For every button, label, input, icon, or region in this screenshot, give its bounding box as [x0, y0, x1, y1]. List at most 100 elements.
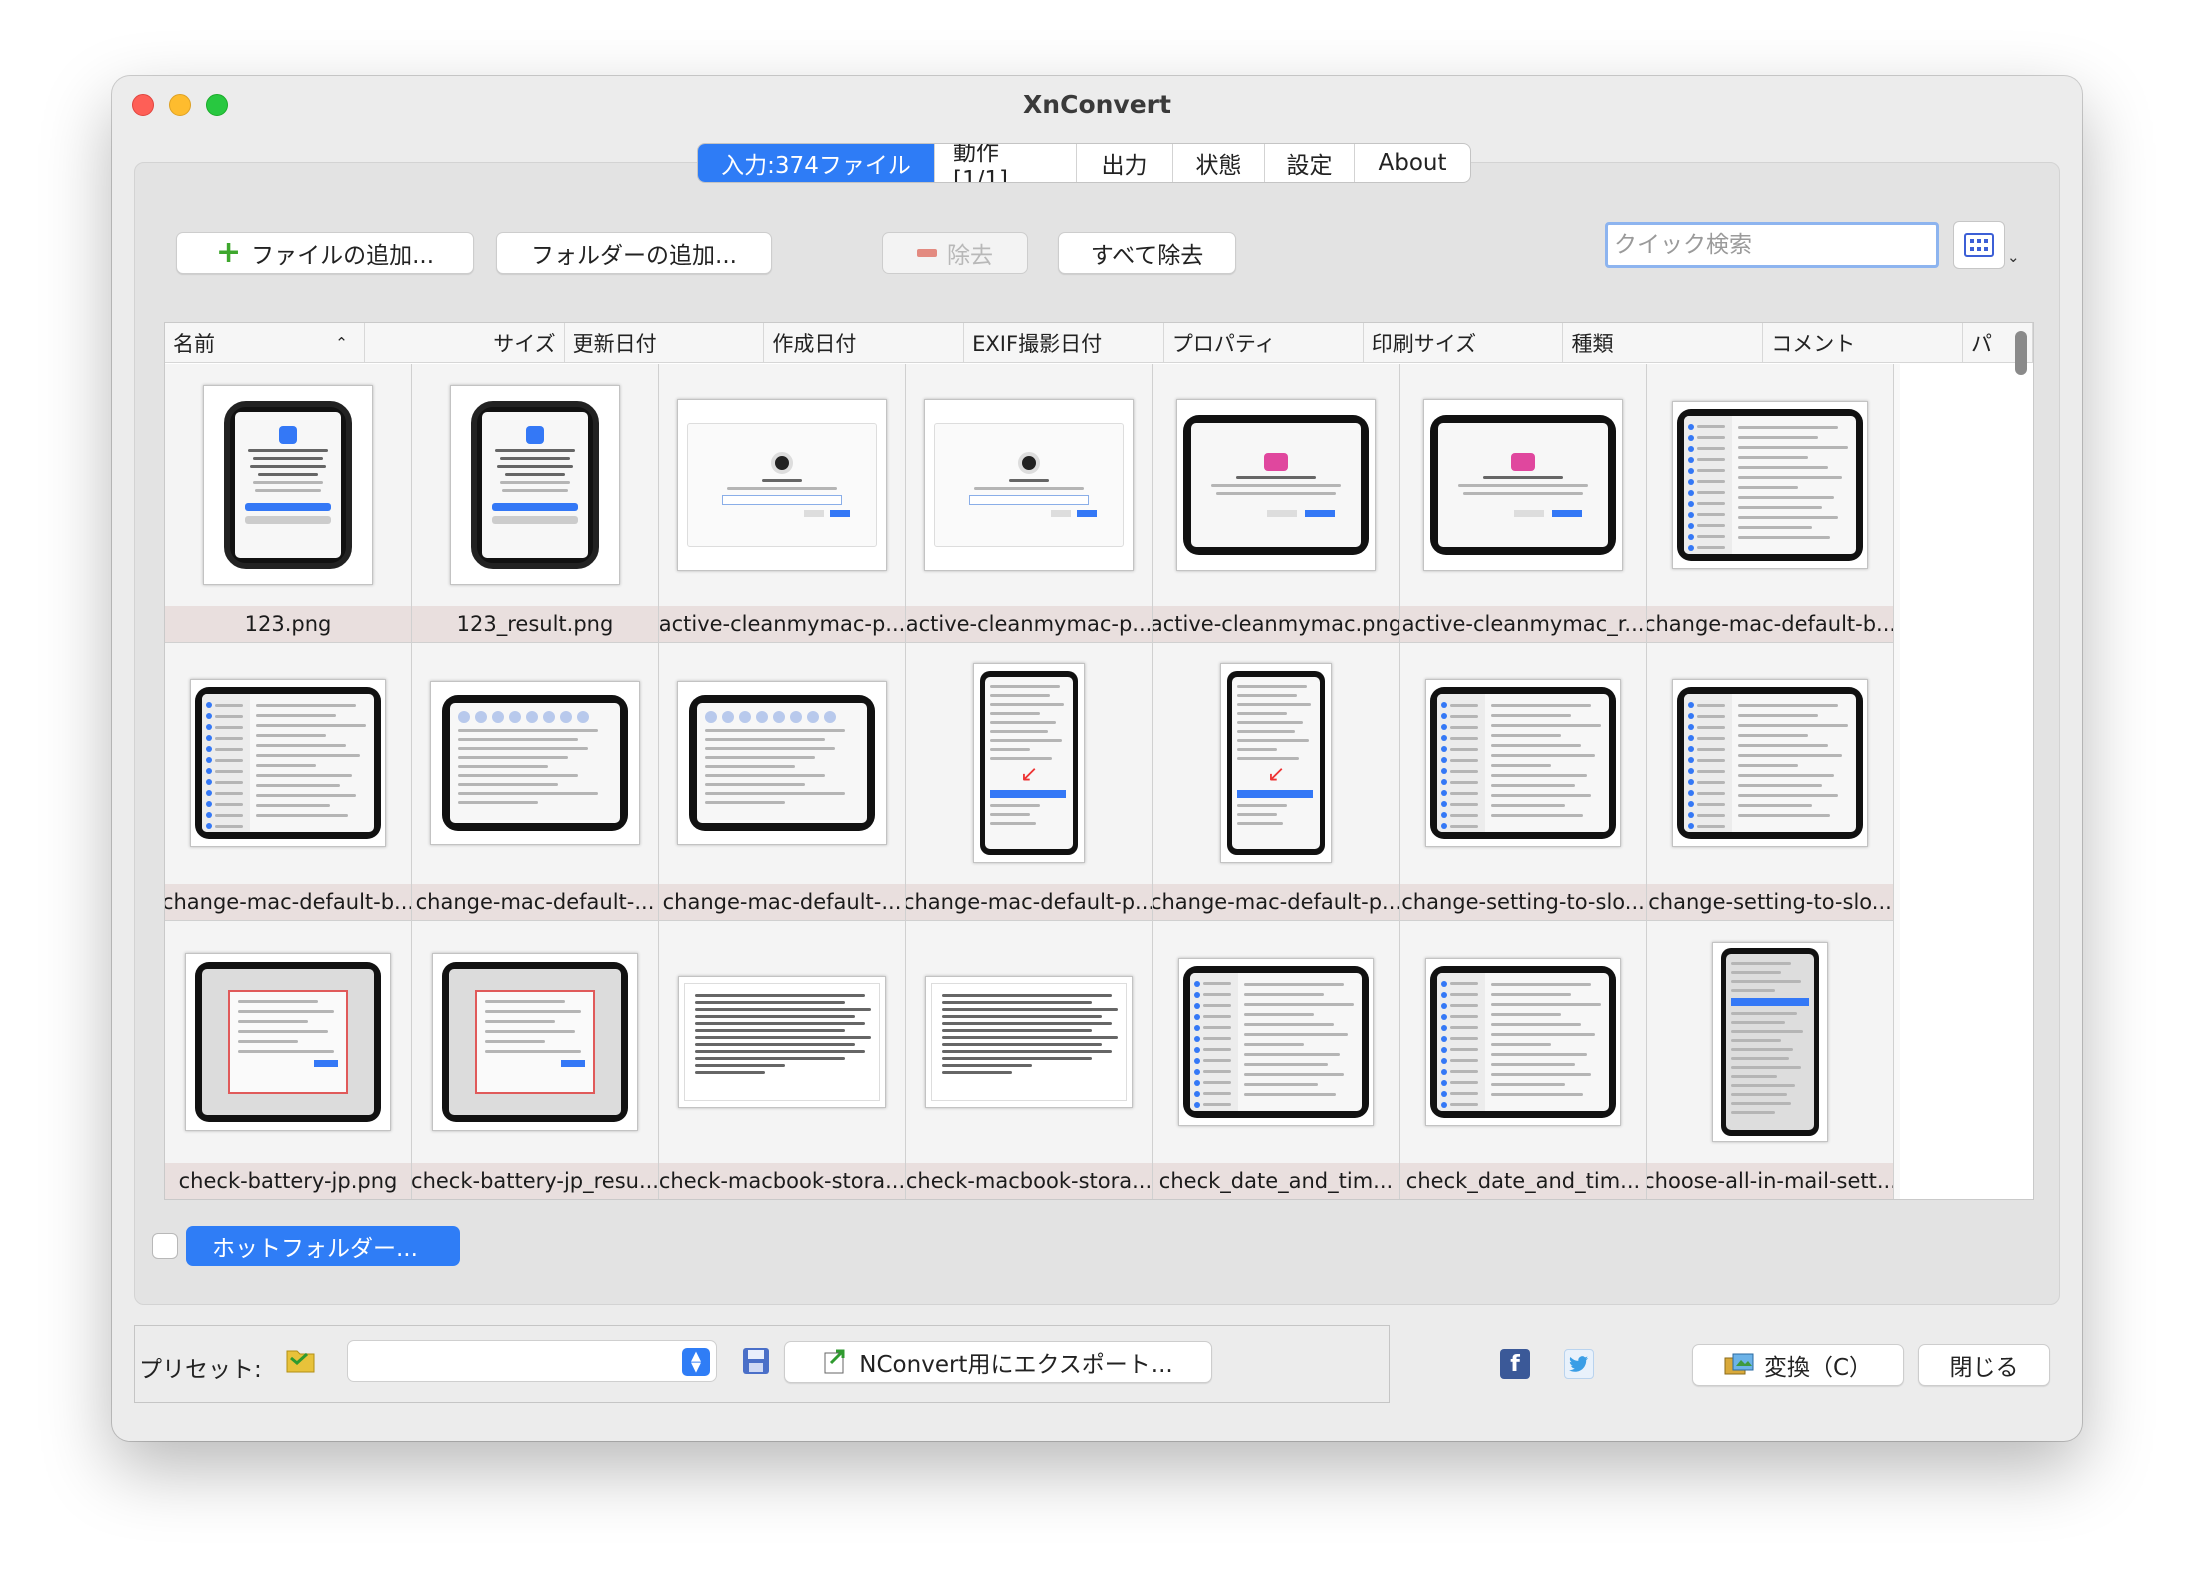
vertical-scrollbar[interactable] [2015, 331, 2027, 375]
convert-icon [1724, 1353, 1754, 1375]
thumbnail-image [659, 364, 905, 606]
thumbnail-image [165, 643, 411, 885]
file-name-label: check-macbook-stora... [659, 1162, 905, 1199]
file-thumbnail-item[interactable]: check-macbook-stora... [659, 921, 906, 1199]
thumbnail-image [1647, 921, 1893, 1163]
column-header-0[interactable]: 名前 ⌃ [165, 323, 365, 362]
plus-icon: + [215, 235, 242, 270]
file-list: 名前 ⌃ サイズ 更新日付 作成日付 EXIF撮影日付 プロパティ 印刷サイズ 種類 コメントパ … [164, 322, 2034, 1200]
column-header-7[interactable]: 種類 [1563, 323, 1764, 362]
quick-search-input[interactable] [1605, 222, 1939, 268]
zoom-window-button[interactable] [206, 94, 228, 116]
file-name-label: active-cleanmymac_r... [1400, 605, 1646, 642]
twitter-icon[interactable] [1564, 1349, 1594, 1379]
column-header-label: 種類 [1571, 331, 1614, 356]
thumbnail-image [1153, 364, 1399, 606]
column-header-8[interactable]: コメント [1763, 323, 1964, 362]
window-title: XnConvert [1023, 89, 1171, 119]
column-header-4[interactable]: EXIF撮影日付 [964, 323, 1164, 362]
file-thumbnail-item[interactable]: check-battery-jp.png [165, 921, 412, 1199]
traffic-lights [132, 94, 228, 116]
file-thumbnail-item[interactable]: active-cleanmymac_r... [1400, 364, 1647, 643]
tab-3[interactable]: 状態 [1172, 144, 1264, 182]
chevron-down-icon[interactable]: ⌄ [2007, 248, 2020, 266]
tab-5[interactable]: About [1354, 144, 1470, 182]
file-name-label: change-mac-default-p... [906, 884, 1152, 920]
file-thumbnail-item[interactable]: ↙ change-mac-default-p... [906, 642, 1153, 921]
preset-select[interactable]: ▲ ▼ [347, 1340, 717, 1382]
save-icon[interactable] [741, 1346, 771, 1376]
file-thumbnail-item[interactable]: active-cleanmymac-p... [906, 364, 1153, 643]
column-header-5[interactable]: プロパティ [1164, 323, 1364, 362]
file-thumbnail-item[interactable]: 123.png [165, 364, 412, 643]
file-name-label: change-mac-default-b... [165, 884, 411, 920]
file-thumbnail-item[interactable]: change-mac-default-... [412, 642, 659, 921]
file-name-label: check_date_and_tim... [1400, 1162, 1646, 1199]
close-button[interactable]: 閉じる [1918, 1344, 2050, 1386]
minus-icon [917, 249, 937, 257]
column-header-2[interactable]: 更新日付 [565, 323, 765, 362]
column-header-3[interactable]: 作成日付 [764, 323, 965, 362]
minimize-window-button[interactable] [169, 94, 191, 116]
file-name-label: active-cleanmymac.png [1153, 605, 1399, 642]
bird-icon [1569, 1356, 1588, 1372]
hot-folder-row: ホットフォルダー... [152, 1226, 460, 1266]
export-icon [824, 1349, 845, 1374]
thumbnail-image [412, 921, 658, 1163]
file-thumbnail-item[interactable]: active-cleanmymac.png [1153, 364, 1400, 643]
thumbnail-image: ↙ [906, 643, 1152, 885]
thumbnail-grid-icon [1964, 233, 1994, 257]
thumbnail-image [906, 921, 1152, 1163]
thumbnail-image [1400, 643, 1646, 885]
file-thumbnail-item[interactable]: ↙ change-mac-default-p... [1153, 642, 1400, 921]
file-thumbnail-item[interactable]: choose-all-in-mail-sett... [1647, 921, 1894, 1199]
remove-button[interactable]: 除去 [882, 232, 1028, 274]
tab-0[interactable]: 入力:374ファイル [698, 144, 934, 182]
file-name-label: check-battery-jp_resu... [412, 1162, 658, 1199]
thumbnail-image [412, 364, 658, 606]
file-thumbnail-item[interactable]: change-setting-to-slo... [1647, 642, 1894, 921]
thumbnail-image: ↙ [1153, 643, 1399, 885]
file-thumbnail-item[interactable]: check-macbook-stora... [906, 921, 1153, 1199]
view-mode-button[interactable] [1953, 221, 2005, 269]
thumbnail-image [1400, 921, 1646, 1163]
main-tabs: 入力:374ファイル 動作 [1/1] 出力 状態 設定 About [697, 143, 1471, 183]
file-thumbnail-item[interactable]: active-cleanmymac-p... [659, 364, 906, 643]
column-header-label: 印刷サイズ [1371, 331, 1477, 356]
add-files-button[interactable]: + ファイルの追加... [176, 232, 474, 274]
file-thumbnail-item[interactable]: 123_result.png [412, 364, 659, 643]
add-folder-label: フォルダーの追加... [531, 243, 737, 269]
convert-button[interactable]: 変換（C） [1692, 1344, 1904, 1386]
close-label: 閉じる [1949, 1355, 2019, 1381]
hot-folder-button[interactable]: ホットフォルダー... [186, 1226, 460, 1266]
file-thumbnail-item[interactable]: change-mac-default-b... [165, 642, 412, 921]
thumbnail-image [165, 364, 411, 606]
column-header-row: 名前 ⌃ サイズ 更新日付 作成日付 EXIF撮影日付 プロパティ 印刷サイズ 種類 コメント パ [165, 323, 2033, 363]
file-name-label: active-cleanmymac-p... [906, 605, 1152, 642]
file-thumbnail-item[interactable]: check_date_and_tim... [1153, 921, 1400, 1199]
file-thumbnail-item[interactable]: change-mac-default-b... [1647, 364, 1894, 643]
sort-ascending-icon[interactable]: ⌃ [335, 334, 348, 352]
select-stepper-icon: ▲ ▼ [682, 1348, 710, 1376]
file-thumbnail-item[interactable]: check-battery-jp_resu... [412, 921, 659, 1199]
column-header-label: EXIF撮影日付 [972, 331, 1103, 356]
remove-all-button[interactable]: すべて除去 [1058, 232, 1236, 274]
tab-2[interactable]: 出力 [1076, 144, 1172, 182]
column-header-label: プロパティ [1171, 331, 1276, 356]
facebook-icon[interactable]: f [1500, 1349, 1530, 1379]
thumbnail-image [412, 643, 658, 885]
thumbnail-image [1647, 643, 1893, 885]
file-thumbnail-item[interactable]: change-setting-to-slo... [1400, 642, 1647, 921]
column-header-6[interactable]: 印刷サイズ [1364, 323, 1564, 362]
file-thumbnail-item[interactable]: check_date_and_tim... [1400, 921, 1647, 1199]
column-header-label: 名前 [173, 331, 215, 356]
column-header-1[interactable]: サイズ [365, 323, 565, 362]
add-folder-button[interactable]: フォルダーの追加... [496, 232, 772, 274]
export-nconvert-button[interactable]: NConvert用にエクスポート... [784, 1341, 1212, 1383]
tab-4[interactable]: 設定 [1264, 144, 1354, 182]
file-thumbnail-item[interactable]: change-mac-default-... [659, 642, 906, 921]
hot-folder-checkbox[interactable] [152, 1233, 178, 1259]
close-window-button[interactable] [132, 94, 154, 116]
folder-open-icon[interactable] [285, 1346, 317, 1374]
tab-1[interactable]: 動作 [1/1] [934, 144, 1076, 182]
